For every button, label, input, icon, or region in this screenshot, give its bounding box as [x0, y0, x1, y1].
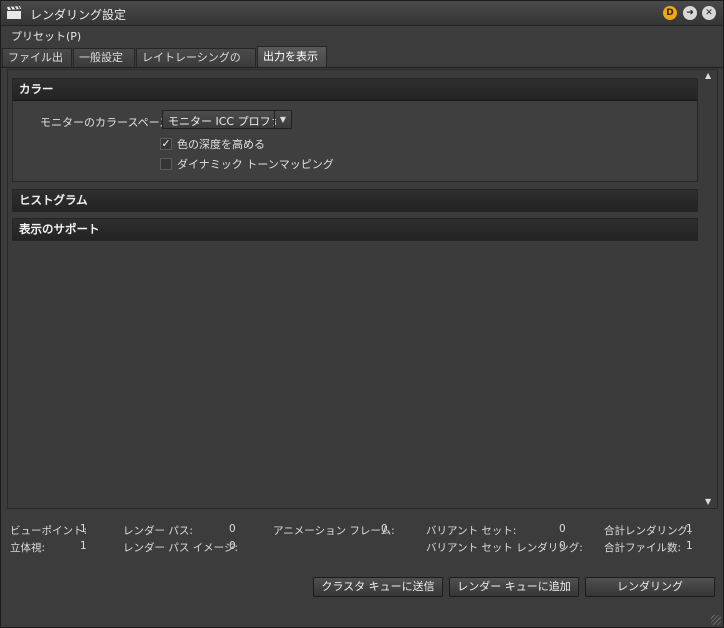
monitor-colorspace-label: モニターのカラースペース: [40, 116, 171, 129]
animation-frame-label: アニメーション フレーム:: [273, 525, 395, 537]
d-badge-button[interactable]: D: [663, 6, 677, 20]
render-settings-window: レンダリング設定 D ➜ ✕ プリセット(P) ファイル出力 一般設定 レイトレ…: [0, 0, 724, 628]
tone-mapping-checkbox[interactable]: [160, 158, 172, 170]
display-support-section: 表示のサポート: [12, 218, 698, 241]
chevron-down-icon[interactable]: ▼: [274, 111, 291, 128]
content-panel: ▲ ▼ カラー モニターのカラースペース モニター ICC プロファイ ▼ ✓ 色…: [7, 69, 718, 509]
total-rendering-value: 1: [686, 523, 693, 535]
variant-set-value: 0: [559, 523, 566, 535]
animation-frame-value: 0: [381, 523, 388, 535]
monitor-colorspace-value: モニター ICC プロファイ: [168, 115, 276, 128]
histogram-section-header[interactable]: ヒストグラム: [13, 190, 697, 211]
total-files-label: 合計ファイル数:: [604, 542, 682, 554]
color-section: カラー モニターのカラースペース モニター ICC プロファイ ▼ ✓ 色の深度を…: [12, 78, 698, 182]
tab-general[interactable]: 一般設定: [73, 48, 135, 67]
variant-set-label: バリアント セット:: [426, 525, 517, 537]
total-files-value: 1: [686, 540, 693, 552]
color-depth-label: 色の深度を高める: [177, 138, 265, 151]
tone-mapping-label: ダイナミック トーンマッピング: [177, 158, 334, 171]
viewpoint-value: 1: [80, 523, 87, 535]
tab-raytracing-quality[interactable]: レイトレーシングの精度: [136, 48, 256, 82]
render-button[interactable]: レンダリング: [585, 577, 715, 597]
tab-bar: ファイル出力 一般設定 レイトレーシングの精度 出力を表示: [1, 45, 723, 82]
window-title: レンダリング設定: [30, 8, 127, 22]
monitor-colorspace-dropdown[interactable]: モニター ICC プロファイ ▼: [162, 110, 292, 129]
close-icon[interactable]: ✕: [702, 6, 716, 20]
tab-show-output[interactable]: 出力を表示: [257, 46, 327, 67]
add-to-render-queue-button[interactable]: レンダー キューに追加: [449, 577, 579, 597]
render-pass-image-value: 0: [229, 540, 236, 552]
send-to-cluster-queue-button[interactable]: クラスタ キューに送信: [313, 577, 443, 597]
display-support-section-header[interactable]: 表示のサポート: [13, 219, 697, 240]
resize-grip[interactable]: [711, 615, 721, 625]
histogram-section: ヒストグラム: [12, 189, 698, 212]
stereo-label: 立体視:: [10, 542, 46, 554]
render-pass-image-label: レンダー パス イメージ:: [123, 542, 239, 554]
color-depth-checkbox[interactable]: ✓: [160, 138, 172, 150]
scroll-up-icon[interactable]: ▲: [705, 71, 711, 80]
scroll-down-icon[interactable]: ▼: [705, 497, 711, 506]
arrow-right-icon[interactable]: ➜: [683, 6, 697, 20]
color-section-header[interactable]: カラー: [13, 79, 697, 101]
render-pass-label: レンダー パス:: [123, 525, 193, 537]
total-rendering-label: 合計レンダリング:: [604, 525, 692, 537]
variant-set-rendering-value: 0: [559, 540, 566, 552]
menu-preset[interactable]: プリセット(P): [11, 28, 81, 44]
viewpoint-label: ビューポイント:: [10, 525, 88, 537]
title-bar[interactable]: レンダリング設定 D ➜ ✕: [1, 1, 723, 26]
stereo-value: 1: [80, 540, 87, 552]
menu-bar: プリセット(P): [1, 26, 723, 44]
tab-file-output[interactable]: ファイル出力: [2, 48, 72, 82]
render-pass-value: 0: [229, 523, 236, 535]
clapperboard-icon: [7, 6, 21, 19]
tone-mapping-row[interactable]: ダイナミック トーンマッピング: [160, 156, 334, 172]
color-depth-row[interactable]: ✓ 色の深度を高める: [160, 136, 265, 152]
